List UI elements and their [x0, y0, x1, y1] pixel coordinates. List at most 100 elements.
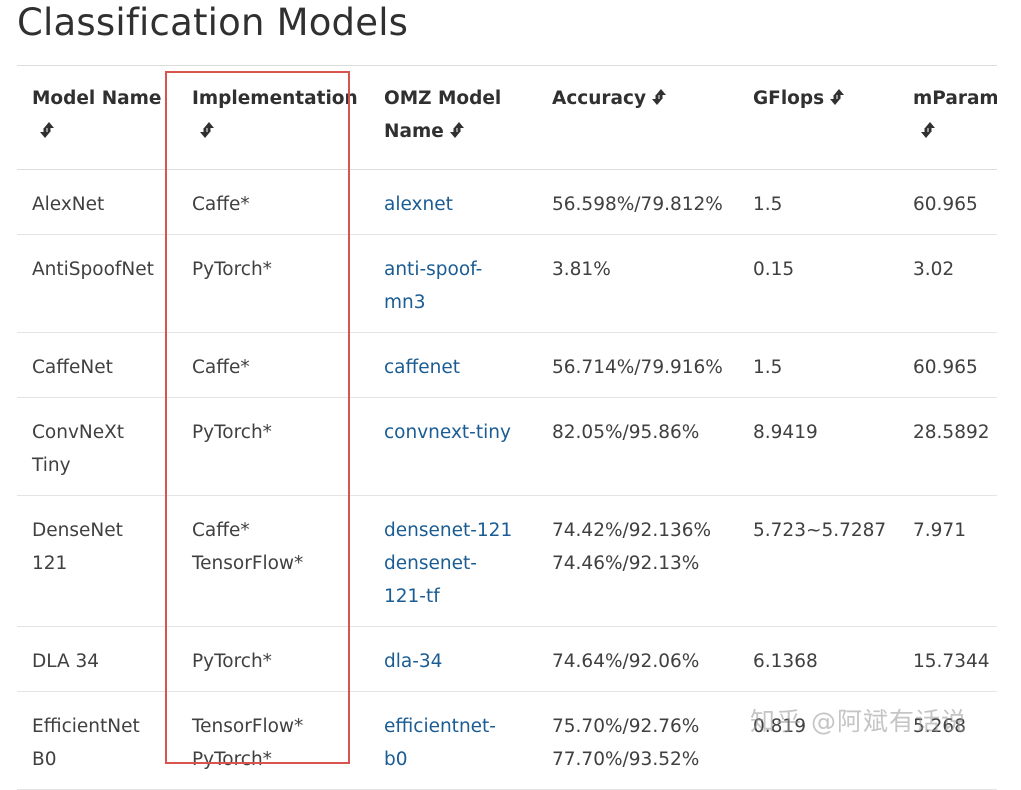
cell-omz-model-name: alexnet [369, 169, 537, 235]
sort-arrows-icon[interactable] [38, 118, 56, 138]
cell-text: Tiny [32, 454, 71, 476]
cell-text: 56.598%/79.812% [552, 193, 723, 215]
cell-omz-model-name: efficientnet-b0 [369, 691, 537, 790]
cell-mparams: 60.965 [898, 169, 997, 235]
cell-accuracy: 75.70%/92.76% 77.70%/93.52% [537, 691, 738, 790]
cell-model-name: EfficientNet B0 [17, 691, 177, 790]
omz-model-link[interactable]: 121-tf [384, 580, 537, 613]
cell-text: Caffe* [192, 519, 250, 541]
cell-accuracy: 74.42%/92.136% 74.46%/92.13% [537, 495, 738, 627]
cell-mparams: 28.5892 [898, 397, 997, 496]
cell-accuracy: 82.05%/95.86% [537, 397, 738, 496]
cell-text: DenseNet [32, 519, 123, 541]
sort-arrows-icon[interactable] [448, 118, 466, 138]
cell-text: 74.46%/92.13% [552, 552, 700, 574]
column-header-label: mParam [913, 88, 997, 109]
omz-model-link[interactable]: b0 [384, 743, 537, 776]
cell-implementation: Caffe* [177, 169, 369, 235]
column-header-omz-model-name[interactable]: OMZ Model Name [369, 66, 537, 170]
cell-accuracy: 56.714%/79.916% [537, 332, 738, 398]
cell-text: AlexNet [32, 193, 105, 215]
column-header-implementation[interactable]: Implementation [177, 66, 369, 170]
cell-text: 15.7344 [913, 650, 990, 672]
cell-mparams: 3.02 [898, 234, 997, 333]
table-row: CaffeNet Caffe* caffenet 56.714%/79.916% 1.5… [17, 332, 997, 398]
column-header-accuracy[interactable]: Accuracy [537, 66, 738, 170]
cell-text: 3.81% [552, 258, 611, 280]
cell-implementation: Caffe* TensorFlow* [177, 495, 369, 627]
omz-model-link[interactable]: alexnet [384, 188, 537, 221]
cell-accuracy: 3.81% [537, 234, 738, 333]
cell-text: PyTorch* [192, 650, 272, 672]
cell-text: PyTorch* [192, 421, 272, 443]
cell-text: CaffeNet [32, 356, 113, 378]
classification-models-table: Model Name Implementation OMZ Model Name Acc… [17, 65, 997, 790]
cell-text: 74.64%/92.06% [552, 650, 700, 672]
cell-text: 3.02 [913, 258, 955, 280]
cell-text: 77.70%/93.52% [552, 748, 700, 770]
cell-text: 74.42%/92.136% [552, 519, 712, 541]
cell-omz-model-name: caffenet [369, 332, 537, 398]
cell-text: 5.723~5.7287 [753, 519, 887, 541]
cell-implementation: Caffe* [177, 332, 369, 398]
cell-text: TensorFlow* [192, 715, 304, 737]
cell-text: PyTorch* [192, 258, 272, 280]
cell-omz-model-name: densenet-121 densenet- 121-tf [369, 495, 537, 627]
cell-text: TensorFlow* [192, 552, 304, 574]
omz-model-link[interactable]: mn3 [384, 286, 537, 319]
sort-arrows-icon[interactable] [919, 118, 937, 138]
column-header-label: Model Name [32, 88, 162, 109]
omz-model-link[interactable]: anti-spoof- [384, 253, 537, 286]
column-header-gflops[interactable]: GFlops [738, 66, 898, 170]
cell-text: 6.1368 [753, 650, 818, 672]
cell-implementation: PyTorch* [177, 234, 369, 333]
cell-text: PyTorch* [192, 748, 272, 770]
sort-icon-row [192, 115, 369, 148]
cell-implementation: PyTorch* [177, 397, 369, 496]
column-header-label: GFlops [753, 82, 898, 115]
omz-model-link[interactable]: caffenet [384, 351, 537, 384]
cell-text: 7.971 [913, 519, 966, 541]
cell-text: 60.965 [913, 193, 978, 215]
column-header-label: Implementation [192, 88, 358, 109]
cell-text: 82.05%/95.86% [552, 421, 700, 443]
sort-arrows-icon[interactable] [650, 85, 668, 105]
column-header-label: Name [384, 115, 537, 148]
sort-arrows-icon[interactable] [828, 85, 846, 105]
cell-accuracy: 74.64%/92.06% [537, 626, 738, 692]
omz-model-link[interactable]: convnext-tiny [384, 416, 537, 449]
omz-model-link[interactable]: densenet-121 [384, 514, 537, 547]
cell-text: 0.15 [753, 258, 795, 280]
cell-text: ConvNeXt [32, 421, 125, 443]
column-header-mparams[interactable]: mParam [898, 66, 997, 170]
table-row: AntiSpoofNet PyTorch* anti-spoof-mn3 3.81% 0… [17, 234, 997, 333]
cell-text: 1.5 [753, 193, 783, 215]
table-header-row: Model Name Implementation OMZ Model Name Acc… [17, 66, 997, 170]
table-row: AlexNet Caffe* alexnet 56.598%/79.812% 1.5 60… [17, 169, 997, 235]
column-header-label: OMZ Model [384, 88, 502, 109]
cell-model-name: ConvNeXt Tiny [17, 397, 177, 496]
cell-model-name: DenseNet 121 [17, 495, 177, 627]
cell-text: EfficientNet [32, 715, 140, 737]
omz-model-link[interactable]: densenet- [384, 547, 537, 580]
cell-gflops: 8.9419 [738, 397, 898, 496]
cell-text: 0.819 [753, 715, 806, 737]
cell-text: 121 [32, 552, 68, 574]
column-header-model-name[interactable]: Model Name [17, 66, 177, 170]
cell-text: 1.5 [753, 356, 783, 378]
cell-mparams: 60.965 [898, 332, 997, 398]
cell-implementation: PyTorch* [177, 626, 369, 692]
sort-arrows-icon[interactable] [198, 118, 216, 138]
cell-mparams: 5.268 [898, 691, 997, 790]
cell-text: 5.268 [913, 715, 966, 737]
cell-omz-model-name: convnext-tiny [369, 397, 537, 496]
table-row: DLA 34 PyTorch* dla-34 74.64%/92.06% 6.1368 1… [17, 626, 997, 692]
cell-text: 56.714%/79.916% [552, 356, 723, 378]
cell-text: 60.965 [913, 356, 978, 378]
omz-model-link[interactable]: efficientnet- [384, 710, 537, 743]
page-title: Classification Models [17, 1, 409, 44]
cell-text: B0 [32, 748, 57, 770]
cell-text: 75.70%/92.76% [552, 715, 700, 737]
omz-model-link[interactable]: dla-34 [384, 645, 537, 678]
sort-icon-row [32, 115, 177, 148]
